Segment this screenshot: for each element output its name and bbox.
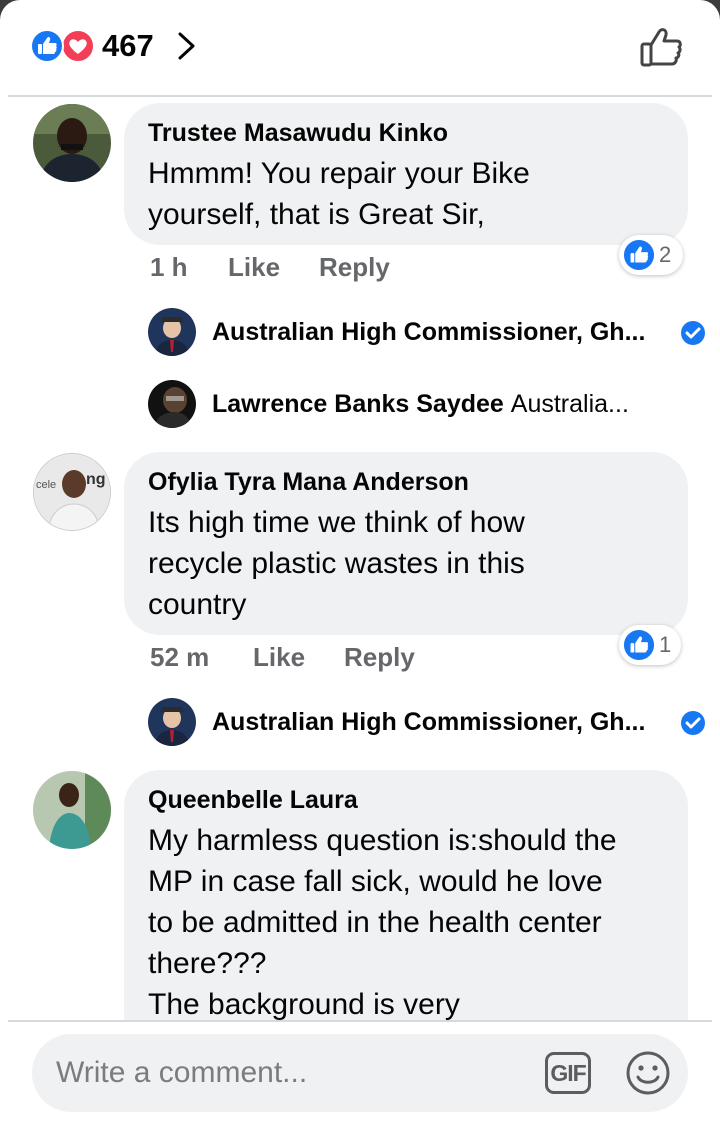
comment-author[interactable]: Queenbelle Laura [148,784,664,816]
reply-button[interactable]: Reply [319,252,390,282]
avatar[interactable]: cele ng D [33,453,111,531]
verified-badge-icon [681,711,705,735]
avatar-overlay-text: ng D [86,471,111,488]
comment-text-line: Hmmm! You repair your Bike [148,157,530,190]
reaction-summary-icons[interactable] [30,29,96,63]
reply-author[interactable]: Australian High Commissioner, Gh... [212,707,645,737]
comment-reaction-count[interactable]: 1 [619,625,681,665]
like-icon [30,29,64,63]
like-button[interactable]: Like [253,642,305,672]
reply-author[interactable]: Lawrence Banks Saydee Australia... [212,389,629,419]
reply-preview[interactable]: Australian High Commissioner, Gh... [148,308,708,356]
reaction-count[interactable]: 467 [102,29,154,63]
smiley-icon[interactable] [625,1050,671,1096]
comment-composer: GIF [32,1034,688,1112]
avatar[interactable] [148,308,196,356]
comment-text: Its high time we think of how recycle pl… [148,502,664,625]
avatar[interactable] [148,698,196,746]
comment-list: Trustee Masawudu Kinko Hmmm! You repair … [0,97,720,1020]
reply-author[interactable]: Australian High Commissioner, Gh... [212,317,645,347]
like-button[interactable]: Like [228,252,280,282]
avatar-overlay-text: cele [36,479,56,491]
comment-input[interactable] [56,1052,536,1094]
comment-text-line: Its high time we think of how [148,506,525,539]
comment-text-line: recycle plastic wastes in this [148,547,525,580]
comment-bubble[interactable]: Trustee Masawudu Kinko Hmmm! You repair … [124,103,688,245]
reaction-number: 1 [659,632,672,657]
chevron-right-icon[interactable] [176,31,198,61]
love-icon [61,29,95,63]
comment-text-line: country [148,588,247,621]
comment-text-line: there??? [148,947,267,980]
avatar[interactable] [33,104,111,182]
comment-bubble[interactable]: Queenbelle Laura My harmless question is… [124,770,688,1020]
reaction-number: 2 [659,242,672,267]
gif-button[interactable]: GIF [545,1052,591,1094]
avatar[interactable] [148,380,196,428]
comment-text: My harmless question is:should the MP in… [148,820,664,1020]
comment-author[interactable]: Trustee Masawudu Kinko [148,117,664,149]
thumbs-up-outline-icon[interactable] [638,26,684,68]
reply-preview[interactable]: Lawrence Banks Saydee Australia... [148,380,708,428]
verified-badge-icon [681,321,705,345]
reply-text: Australia... [510,390,629,418]
like-icon [623,239,655,271]
like-icon [623,629,655,661]
reply-preview[interactable]: Australian High Commissioner, Gh... [148,698,708,746]
comments-sheet: 467 Trustee Masawudu Kinko Hmmm! You rep… [0,0,720,1124]
comment-bubble[interactable]: Ofylia Tyra Mana Anderson Its high time … [124,452,688,635]
comment-time: 1 h [150,252,188,282]
comment-text-line: to be admitted in the health center [148,906,602,939]
comment-text: Hmmm! You repair your Bike yourself, tha… [148,153,664,235]
reply-author-name[interactable]: Lawrence Banks Saydee [212,390,504,418]
comment-text-line: The background is very [148,988,460,1020]
comment-text-line: MP in case fall sick, would he love [148,865,603,898]
comment-author[interactable]: Ofylia Tyra Mana Anderson [148,466,664,498]
reply-button[interactable]: Reply [344,642,415,672]
divider [8,1020,712,1022]
comment-text-line: yourself, that is Great Sir, [148,198,485,231]
comment-text-line: My harmless question is:should the [148,824,617,857]
comment-time: 52 m [150,642,210,672]
avatar[interactable] [33,771,111,849]
reactions-header: 467 [0,0,720,96]
comment-reaction-count[interactable]: 2 [619,235,683,275]
